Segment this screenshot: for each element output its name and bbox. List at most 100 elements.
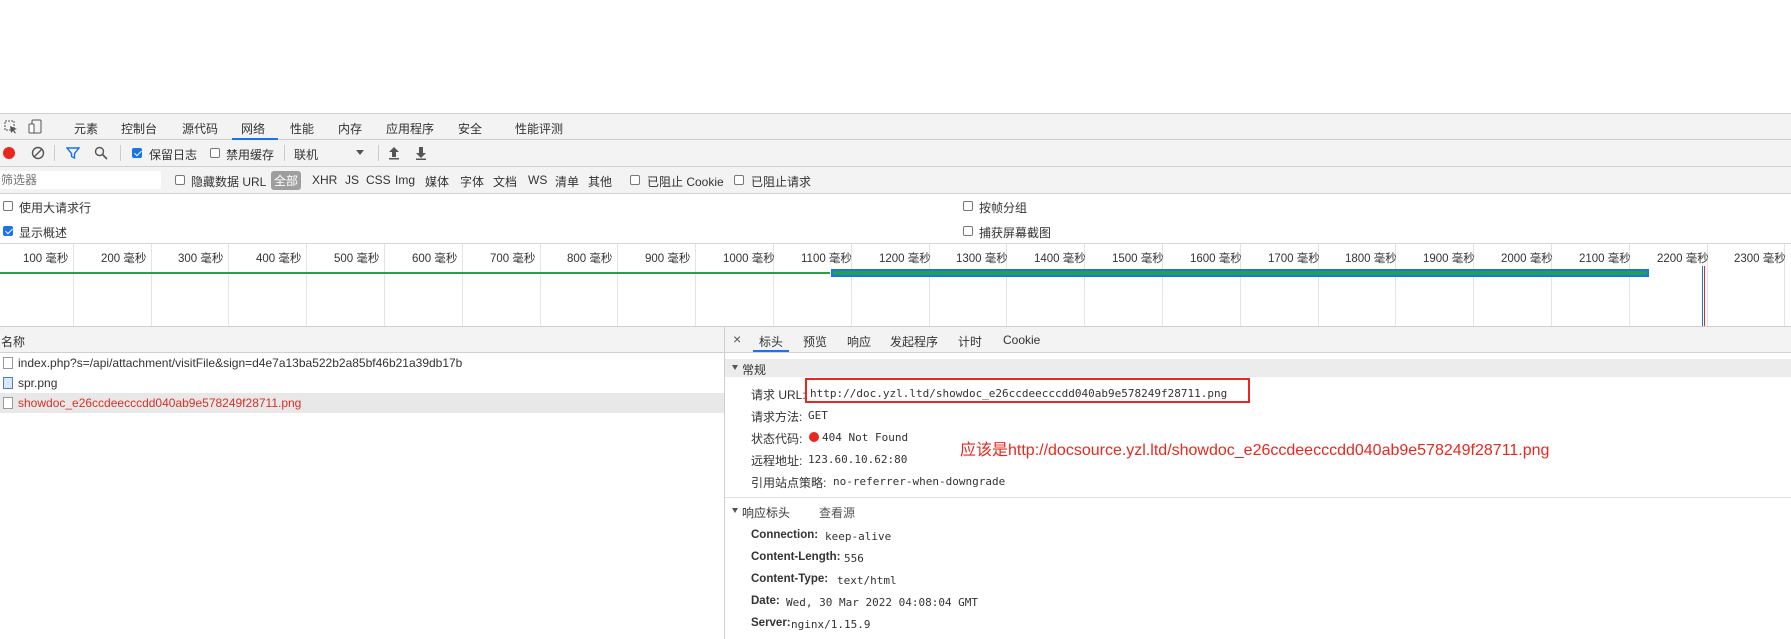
timeline-tick-label: 1600 毫秒 xyxy=(1190,253,1242,265)
preserve-log-checkbox[interactable] xyxy=(132,148,142,158)
details-tab-initiator[interactable]: 发起程序 xyxy=(890,333,938,350)
filter-icon[interactable] xyxy=(65,146,81,163)
request-url-value: http://doc.yzl.ltd/showdoc_e26ccdeecccdd… xyxy=(810,387,1228,400)
details-tab-timing[interactable]: 计时 xyxy=(958,333,982,350)
group-by-frame-checkbox[interactable] xyxy=(963,201,973,211)
timeline-tick-label: 300 毫秒 xyxy=(178,253,224,265)
record-icon[interactable] xyxy=(3,147,15,159)
timeline-gridline xyxy=(540,244,541,326)
timeline-gridline xyxy=(73,244,74,326)
section-divider xyxy=(725,497,1791,498)
timeline-request-bar xyxy=(831,269,1649,277)
import-har-icon[interactable] xyxy=(388,146,400,163)
filter-type-other[interactable]: 其他 xyxy=(588,173,612,190)
large-rows-checkbox[interactable] xyxy=(3,201,13,211)
details-tab-headers[interactable]: 标头 xyxy=(759,333,783,350)
filter-type-all[interactable]: 全部 xyxy=(271,171,302,190)
hide-data-url-checkbox[interactable] xyxy=(175,175,185,185)
tab-performance[interactable]: 性能 xyxy=(290,120,314,137)
details-tab-preview[interactable]: 预览 xyxy=(803,333,827,350)
remote-address-value: 123.60.10.62:80 xyxy=(808,453,908,466)
name-column-header[interactable]: 名称 xyxy=(1,333,25,350)
request-details-panel: × 标头 预览 响应 发起程序 计时 Cookie 常规 请求 URL: htt… xyxy=(725,327,1791,639)
response-header-key: Date: xyxy=(751,595,780,607)
search-icon[interactable] xyxy=(94,146,108,163)
preserve-log-label: 保留日志 xyxy=(149,148,198,162)
details-tab-bar: × 标头 预览 响应 发起程序 计时 Cookie xyxy=(725,327,1791,353)
details-tab-response[interactable]: 响应 xyxy=(847,333,871,350)
filter-input[interactable] xyxy=(0,171,161,189)
timeline-load-marker xyxy=(1704,266,1705,326)
filter-type-xhr[interactable]: XHR xyxy=(312,173,337,187)
timeline-gridline xyxy=(384,244,385,326)
filter-type-js[interactable]: JS xyxy=(345,173,359,187)
timeline-tick-label: 1100 毫秒 xyxy=(801,253,852,265)
general-section-header[interactable]: 常规 xyxy=(725,359,1791,377)
disable-cache-checkbox[interactable] xyxy=(210,148,220,158)
timeline-tick-label: 400 毫秒 xyxy=(256,253,302,265)
blocked-requests-checkbox[interactable] xyxy=(734,175,744,185)
general-section-title: 常规 xyxy=(742,363,767,377)
devtools-tab-bar: 元素 控制台 源代码 网络 性能 内存 应用程序 安全 性能评测 xyxy=(0,113,1791,140)
tab-memory[interactable]: 内存 xyxy=(338,120,362,137)
tab-lighthouse[interactable]: 性能评测 xyxy=(515,120,563,137)
filter-type-media[interactable]: 媒体 xyxy=(425,173,449,190)
tab-network[interactable]: 网络 xyxy=(241,120,265,137)
large-rows-label: 使用大请求行 xyxy=(19,201,92,215)
tab-elements[interactable]: 元素 xyxy=(74,120,98,137)
timeline-tick-label: 1400 毫秒 xyxy=(1034,253,1086,265)
view-source-link[interactable]: 查看源 xyxy=(819,504,855,521)
inspect-element-icon[interactable] xyxy=(4,120,18,137)
request-row-selected[interactable]: showdoc_e26ccdeecccdd040ab9e578249f28711… xyxy=(0,393,724,413)
timeline-tick-label: 2200 毫秒 xyxy=(1657,253,1709,265)
request-name-error: showdoc_e26ccdeecccdd040ab9e578249f28711… xyxy=(18,396,302,410)
details-tab-cookies[interactable]: Cookie xyxy=(1003,333,1040,347)
request-row[interactable]: spr.png xyxy=(0,373,724,393)
blocked-cookies-label: 已阻止 Cookie xyxy=(647,175,724,189)
request-method-value: GET xyxy=(808,409,828,422)
timeline-tick-label: 100 毫秒 xyxy=(23,253,69,265)
filter-type-css[interactable]: CSS xyxy=(366,173,391,187)
tab-security[interactable]: 安全 xyxy=(458,120,482,137)
referrer-policy-value: no-referrer-when-downgrade xyxy=(833,475,1006,488)
status-code-label: 状态代码: xyxy=(751,432,803,446)
filter-type-manifest[interactable]: 清单 xyxy=(555,173,579,190)
group-by-frame-label: 按帧分组 xyxy=(979,201,1028,215)
response-header-value: nginx/1.15.9 xyxy=(791,618,871,631)
filter-type-ws[interactable]: WS xyxy=(528,173,547,187)
tab-console[interactable]: 控制台 xyxy=(121,120,157,137)
filter-type-doc[interactable]: 文档 xyxy=(493,173,517,190)
triangle-down-icon xyxy=(732,365,738,370)
triangle-down-icon xyxy=(732,508,738,513)
request-row[interactable]: index.php?s=/api/attachment/visitFile&si… xyxy=(0,353,724,373)
filter-type-img[interactable]: Img xyxy=(395,173,415,187)
timeline-tick-label: 200 毫秒 xyxy=(101,253,147,265)
throttling-select[interactable]: 联机 xyxy=(294,146,364,163)
close-icon[interactable]: × xyxy=(733,331,741,347)
status-code-value: 404 Not Found xyxy=(822,431,909,444)
response-headers-section-header[interactable]: 响应标头 查看源 xyxy=(725,502,1791,520)
timeline-gridline xyxy=(228,244,229,326)
show-overview-checkbox[interactable] xyxy=(3,226,13,236)
export-har-icon[interactable] xyxy=(415,146,427,163)
timeline-tick-label: 1200 毫秒 xyxy=(879,253,931,265)
timeline-tick-label: 2300 毫秒 xyxy=(1734,253,1786,265)
timeline-tick-label: 500 毫秒 xyxy=(334,253,380,265)
status-error-dot-icon xyxy=(809,432,819,442)
response-header-value: Wed, 30 Mar 2022 04:08:04 GMT xyxy=(786,596,979,609)
request-url-label: 请求 URL: xyxy=(751,388,806,402)
device-toolbar-icon[interactable] xyxy=(28,119,42,137)
clear-icon[interactable] xyxy=(31,146,45,163)
filter-type-font[interactable]: 字体 xyxy=(460,173,484,190)
response-header-key: Connection: xyxy=(751,529,819,541)
response-headers-title: 响应标头 xyxy=(742,506,791,520)
capture-screenshots-checkbox[interactable] xyxy=(963,226,973,236)
tab-sources[interactable]: 源代码 xyxy=(182,120,218,137)
timeline-overview[interactable]: 100 毫秒 200 毫秒 300 毫秒 400 毫秒 500 毫秒 600 毫秒 700 … xyxy=(0,244,1791,327)
network-toolbar: 保留日志 禁用缓存 联机 xyxy=(0,140,1791,167)
tab-application[interactable]: 应用程序 xyxy=(386,120,434,137)
show-overview-label: 显示概述 xyxy=(19,226,68,240)
separator xyxy=(120,145,121,161)
document-file-icon xyxy=(3,357,13,369)
blocked-cookies-checkbox[interactable] xyxy=(630,175,640,185)
